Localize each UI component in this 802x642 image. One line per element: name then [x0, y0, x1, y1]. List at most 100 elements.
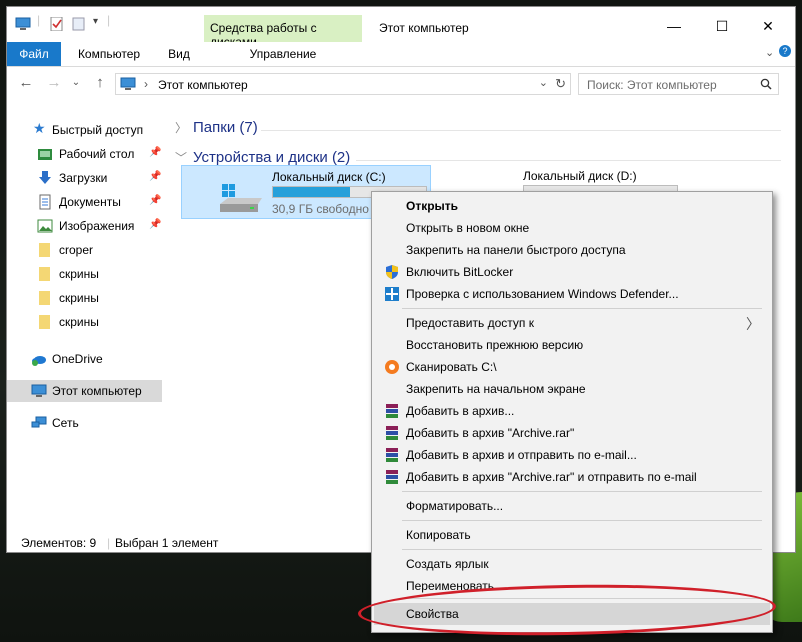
- nav-pictures[interactable]: Изображения 📌: [7, 215, 169, 237]
- group-folders-label: Папки (7): [193, 119, 258, 136]
- folder-icon: [39, 267, 50, 281]
- pin-icon: 📌: [149, 195, 162, 206]
- menu-item-open-new-window[interactable]: Открыть в новом окне: [374, 217, 770, 239]
- folder-icon: [39, 243, 50, 257]
- context-menu: Открыть Открыть в новом окне Закрепить н…: [371, 191, 773, 633]
- submenu-arrow-icon: 〉: [746, 316, 760, 332]
- menu-item-restore-previous[interactable]: Восстановить прежнюю версию: [374, 334, 770, 356]
- menu-item-open[interactable]: Открыть: [374, 195, 770, 217]
- nav-folder-skriny-2[interactable]: скрины: [7, 287, 169, 309]
- nav-network[interactable]: Сеть: [7, 412, 169, 434]
- status-items-count: Элементов: 9: [21, 536, 97, 550]
- menu-item-share-with[interactable]: Предоставить доступ к 〉: [374, 312, 770, 334]
- group-divider: [261, 130, 781, 131]
- defender-icon: [385, 287, 399, 301]
- recent-locations-icon[interactable]: ⌄: [67, 74, 85, 92]
- nav-downloads[interactable]: Загрузки 📌: [7, 167, 169, 189]
- title-separator-2: |: [107, 13, 111, 27]
- this-pc-icon: [31, 384, 47, 397]
- nav-label: Изображения: [59, 219, 135, 233]
- address-bar[interactable]: › Этот компьютер ⌄ ↻: [115, 73, 571, 95]
- up-arrow-icon[interactable]: ↑: [91, 74, 109, 92]
- nav-label: скрины: [59, 315, 99, 329]
- properties-check-icon[interactable]: [49, 17, 65, 31]
- nav-label: скрины: [59, 267, 99, 281]
- search-box[interactable]: Поиск: Этот компьютер: [578, 73, 779, 95]
- menu-item-label: Форматировать...: [406, 499, 504, 513]
- folder-icon: [39, 315, 50, 329]
- tab-file[interactable]: Файл: [7, 42, 61, 66]
- menu-item-scan-avast[interactable]: Сканировать C:\: [374, 356, 770, 378]
- this-pc-icon: [120, 77, 136, 90]
- nav-label: скрины: [59, 291, 99, 305]
- nav-this-pc[interactable]: Этот компьютер: [7, 380, 162, 402]
- navigation-pane: ★ Быстрый доступ Рабочий стол 📌 Загрузки…: [7, 103, 169, 533]
- menu-item-pin-start[interactable]: Закрепить на начальном экране: [374, 378, 770, 400]
- menu-item-bitlocker[interactable]: Включить BitLocker: [374, 261, 770, 283]
- this-pc-icon[interactable]: [15, 17, 31, 31]
- menu-item-label: Добавить в архив "Archive.rar" и отправи…: [406, 470, 697, 484]
- download-arrow-icon: [39, 171, 51, 184]
- close-button[interactable]: ✕: [745, 13, 791, 39]
- title-separator: |: [37, 13, 41, 27]
- help-icon[interactable]: ?: [779, 45, 791, 57]
- quick-access-dropdown-icon[interactable]: ▾: [93, 16, 98, 27]
- nav-folder-skriny-3[interactable]: скрины: [7, 311, 169, 333]
- group-devices-label: Устройства и диски (2): [193, 149, 351, 166]
- menu-item-format[interactable]: Форматировать...: [374, 495, 770, 517]
- pin-icon: 📌: [149, 147, 162, 158]
- menu-item-add-archive[interactable]: Добавить в архив...: [374, 400, 770, 422]
- menu-item-add-archive-rar[interactable]: Добавить в архив "Archive.rar": [374, 422, 770, 444]
- search-icon[interactable]: [760, 78, 772, 90]
- new-folder-icon[interactable]: [71, 17, 87, 31]
- menu-item-pin-quick-access[interactable]: Закрепить на панели быстрого доступа: [374, 239, 770, 261]
- refresh-icon[interactable]: ↻: [555, 76, 566, 92]
- nav-label: Быстрый доступ: [52, 123, 144, 137]
- menu-item-copy[interactable]: Копировать: [374, 524, 770, 546]
- menu-item-label: Копировать: [406, 528, 471, 542]
- menu-item-defender[interactable]: Проверка с использованием Windows Defend…: [374, 283, 770, 305]
- back-arrow-icon[interactable]: ←: [17, 74, 35, 92]
- menu-item-label: Открыть: [406, 199, 459, 213]
- address-dropdown-icon[interactable]: ⌄: [539, 76, 548, 89]
- nav-documents[interactable]: Документы 📌: [7, 191, 169, 213]
- nav-quick-access[interactable]: ★ Быстрый доступ: [7, 119, 169, 141]
- ribbon-expand-icon[interactable]: ⌄: [765, 46, 774, 59]
- nav-label: Загрузки: [59, 171, 108, 185]
- breadcrumb-this-pc[interactable]: Этот компьютер: [158, 78, 248, 92]
- system-drive-icon: [220, 184, 262, 212]
- maximize-button[interactable]: ☐: [699, 13, 745, 39]
- group-devices[interactable]: ﹀ Устройства и диски (2): [175, 149, 350, 166]
- menu-item-create-shortcut[interactable]: Создать ярлык: [374, 553, 770, 575]
- nav-label: OneDrive: [52, 352, 103, 366]
- nav-onedrive[interactable]: OneDrive: [7, 348, 169, 370]
- menu-item-archive-email[interactable]: Добавить в архив и отправить по e-mail..…: [374, 444, 770, 466]
- nav-desktop[interactable]: Рабочий стол 📌: [7, 143, 169, 165]
- menu-item-label: Включить BitLocker: [406, 265, 514, 279]
- network-icon: [31, 416, 47, 428]
- desktop-folder-icon: [38, 149, 52, 160]
- tab-manage[interactable]: Управление: [204, 42, 362, 66]
- nav-label: Этот компьютер: [52, 384, 142, 398]
- menu-separator: [402, 308, 762, 309]
- group-folders[interactable]: 〉 Папки (7): [175, 119, 258, 136]
- nav-label: Рабочий стол: [59, 147, 135, 161]
- shield-icon: [386, 265, 398, 279]
- menu-item-label: Проверка с использованием Windows Defend…: [406, 287, 679, 301]
- contextual-tab-group: Средства работы с дисками: [204, 15, 362, 49]
- star-icon: ★: [33, 120, 46, 136]
- forward-arrow-icon[interactable]: →: [45, 74, 63, 92]
- winrar-icon: [386, 404, 398, 418]
- menu-separator: [402, 549, 762, 550]
- drive-name: Локальный диск (C:): [272, 170, 386, 184]
- tab-computer[interactable]: Компьютер: [67, 42, 151, 66]
- minimize-button[interactable]: —: [651, 13, 697, 39]
- nav-folder-croper[interactable]: croper: [7, 239, 169, 261]
- breadcrumb-separator: ›: [144, 77, 148, 91]
- menu-item-archive-rar-email[interactable]: Добавить в архив "Archive.rar" и отправи…: [374, 466, 770, 488]
- nav-folder-skriny-1[interactable]: скрины: [7, 263, 169, 285]
- tab-view[interactable]: Вид: [157, 42, 201, 66]
- menu-item-label: Добавить в архив и отправить по e-mail..…: [406, 448, 637, 462]
- window-title: Этот компьютер: [379, 21, 469, 35]
- pin-icon: 📌: [149, 219, 162, 230]
